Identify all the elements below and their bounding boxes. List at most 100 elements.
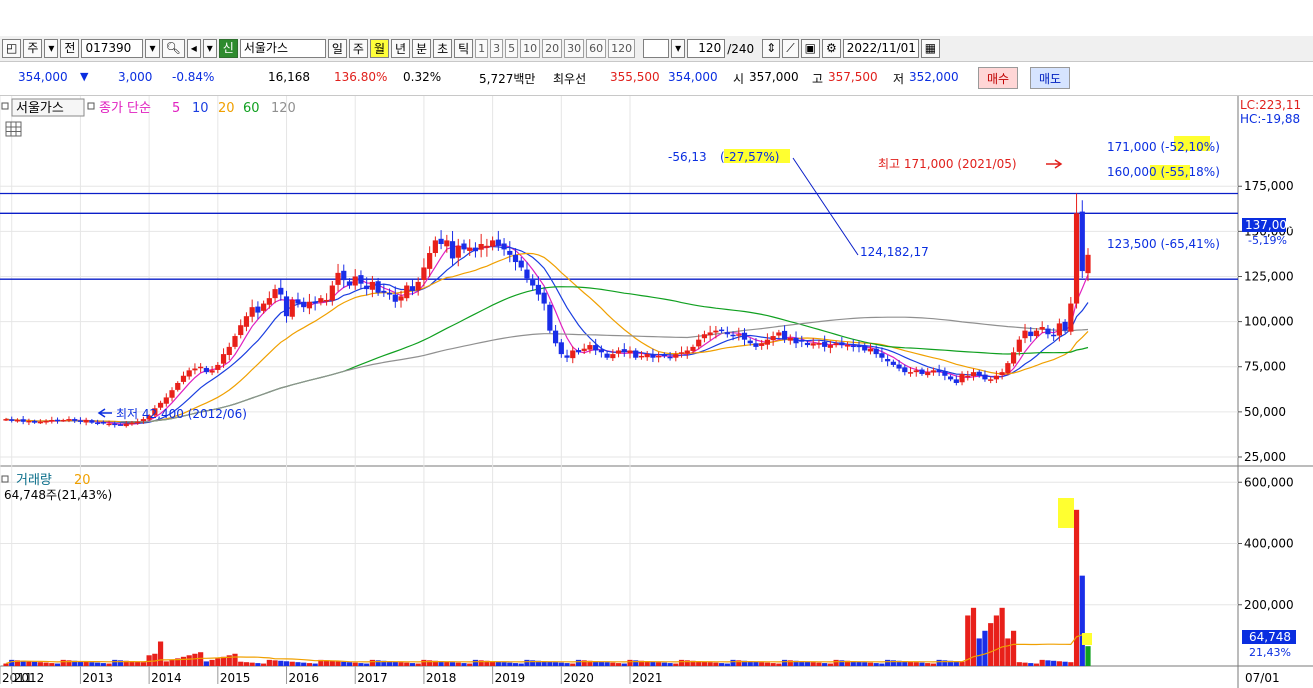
candle-body xyxy=(696,339,702,347)
volume-bar xyxy=(278,660,284,666)
volume-bar xyxy=(341,661,347,666)
volume-bar xyxy=(930,663,937,666)
date-input[interactable]: 2022/11/01 xyxy=(842,39,919,58)
volume-bar xyxy=(409,663,416,666)
period-week[interactable]: 주 xyxy=(348,39,368,58)
candle-body xyxy=(759,343,765,346)
candle-body xyxy=(306,301,313,309)
mode-dropdown-icon[interactable]: ▾ xyxy=(44,39,59,58)
candle-body xyxy=(713,330,719,333)
candle-body xyxy=(427,253,433,269)
volume-bar xyxy=(140,662,146,666)
volume-bar xyxy=(83,661,89,666)
volume-bar xyxy=(524,659,530,666)
candle-body xyxy=(942,370,948,376)
candle-body xyxy=(449,241,456,259)
candle-body xyxy=(89,420,95,423)
save-icon[interactable]: ▣ xyxy=(800,39,820,58)
volume-bar xyxy=(135,661,141,666)
zoom-icon[interactable]: ⇕ xyxy=(762,39,781,58)
volume-tag-percent: 21,43% xyxy=(1249,646,1291,659)
volume-bar xyxy=(112,659,118,666)
candle-body xyxy=(684,350,690,354)
volume-bar xyxy=(673,663,679,666)
period-year[interactable]: 년 xyxy=(390,39,411,58)
count-total: /240 xyxy=(727,41,755,56)
candle-body xyxy=(615,350,622,354)
speaker-icon[interactable]: ◂ xyxy=(186,39,201,58)
interval-5[interactable]: 5 xyxy=(505,39,519,58)
table-icon[interactable] xyxy=(5,121,22,137)
volume-bar xyxy=(392,661,398,666)
candle-body xyxy=(959,373,965,383)
candle-body xyxy=(1056,323,1062,336)
interval-120[interactable]: 120 xyxy=(608,39,636,58)
period-second[interactable]: 초 xyxy=(433,39,453,58)
price-volume-chart[interactable]: 25,00050,00075,000100,000125,000150,0001… xyxy=(0,96,1313,688)
sell-button[interactable]: 매도 xyxy=(1030,67,1071,89)
interval-3[interactable]: 3 xyxy=(490,39,504,58)
lc-value: LC:223,11 xyxy=(1240,98,1301,112)
volume-bar xyxy=(94,662,101,666)
volume-bar xyxy=(907,661,914,666)
interval-30[interactable]: 30 xyxy=(564,39,585,58)
stock-code-input[interactable]: 017390 xyxy=(81,39,144,58)
candle-body xyxy=(673,354,679,358)
buy-button[interactable]: 매수 xyxy=(978,67,1019,89)
candle-body xyxy=(581,348,587,351)
period-minute[interactable]: 분 xyxy=(412,39,432,58)
search-icon[interactable]: 🔍︎ xyxy=(161,39,185,58)
interval-dropdown-icon[interactable]: ▾ xyxy=(671,39,686,58)
candle-body xyxy=(495,239,501,246)
volume-tag-text: 64,748 xyxy=(1249,630,1291,644)
peak-label: 최고 171,000 (2021/05) xyxy=(878,157,1017,171)
volume-bar xyxy=(106,663,112,666)
period-month[interactable]: 월 xyxy=(369,39,389,58)
candle-body xyxy=(839,342,845,346)
candle-body xyxy=(610,354,616,359)
volume-bar xyxy=(764,662,771,666)
draw-tool-icon[interactable]: ⟋ xyxy=(782,39,799,58)
time-axis: 20112012 2013 2014 2015 2016 2017 2018 2019 2020… xyxy=(0,666,663,685)
candle-body xyxy=(289,299,295,317)
time-tick-label: 2019 xyxy=(495,671,526,685)
interval-60[interactable]: 60 xyxy=(586,39,607,58)
volume-bar xyxy=(37,662,43,666)
candle-body xyxy=(369,281,375,290)
volume-bar xyxy=(1051,660,1057,666)
candle-body xyxy=(833,343,839,346)
candle-body xyxy=(1079,211,1085,272)
mode-select[interactable]: 주 xyxy=(23,39,43,58)
gear-icon[interactable]: ⚙ xyxy=(821,39,841,58)
candle-body xyxy=(323,299,330,302)
candle-body xyxy=(1016,339,1022,352)
code-dropdown-icon[interactable]: ▾ xyxy=(145,39,160,58)
interval-custom-input[interactable] xyxy=(643,39,670,58)
calendar-icon[interactable]: ▦ xyxy=(920,39,941,58)
volume-bar xyxy=(1033,663,1040,666)
interval-10[interactable]: 10 xyxy=(520,39,541,58)
period-day[interactable]: 일 xyxy=(327,39,347,58)
candle-body xyxy=(478,244,484,250)
trendline[interactable] xyxy=(792,157,859,256)
ask-price: 355,500 xyxy=(610,70,660,84)
stock-name-field[interactable]: 서울가스 xyxy=(239,39,326,58)
candle-body xyxy=(421,267,427,280)
bid-price: 354,000 xyxy=(668,70,718,84)
candle-body xyxy=(49,419,55,422)
interval-1[interactable]: 1 xyxy=(475,39,489,58)
period-tick[interactable]: 틱 xyxy=(454,39,474,58)
volume-bar xyxy=(925,663,931,666)
volume-bar xyxy=(564,663,570,666)
legend-price-label: 종가 단순 xyxy=(99,101,151,116)
count-input[interactable]: 120 xyxy=(687,39,726,58)
support-resistance-lines[interactable] xyxy=(0,192,1238,280)
volume-ratio: 136.80% xyxy=(334,70,388,84)
speaker-dropdown-icon[interactable]: ▾ xyxy=(202,39,217,58)
volume-bar xyxy=(203,661,209,666)
candle-body xyxy=(736,334,742,336)
interval-20[interactable]: 20 xyxy=(542,39,563,58)
prev-button[interactable]: 전 xyxy=(60,39,80,58)
window-menu-icon[interactable]: ◰ xyxy=(2,39,22,58)
volume-bar xyxy=(89,662,95,666)
